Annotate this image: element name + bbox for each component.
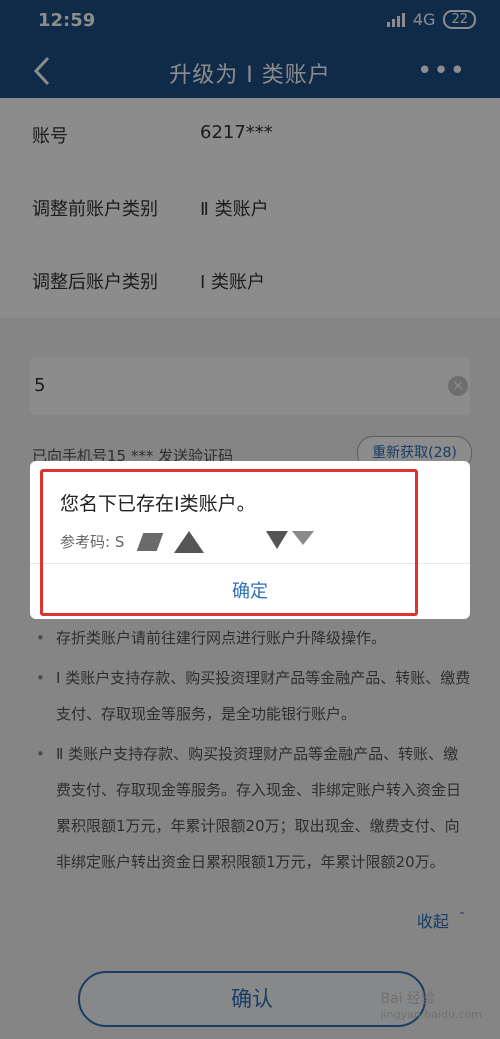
highlight-box [40,469,418,616]
